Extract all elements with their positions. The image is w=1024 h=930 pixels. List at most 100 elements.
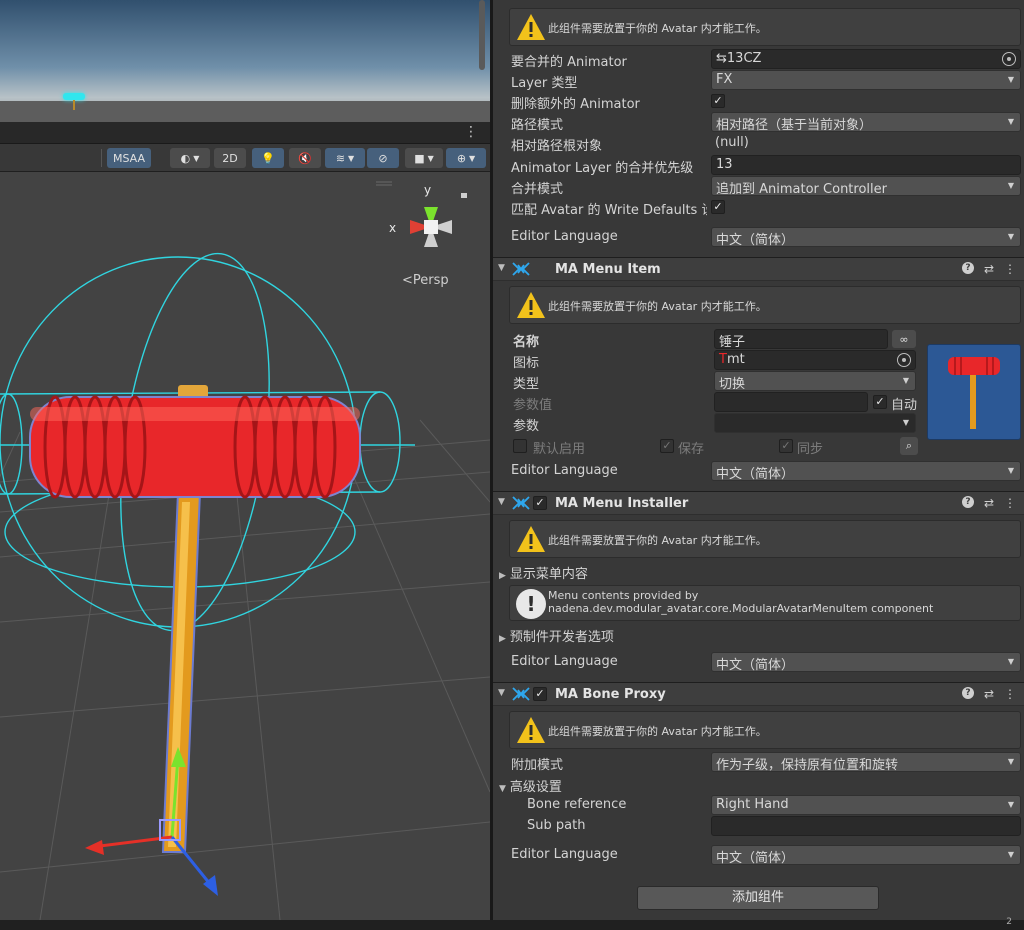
scene-toolbar: MSAA ◐ ▼ 2D 💡 🔇 ≋ ▼ ⊘ ■ ▼ ⊕ ▼ — [0, 144, 490, 172]
warning-icon — [517, 717, 545, 743]
merge-mode-row: 合并模式 追加到 Animator Controller — [493, 176, 1024, 197]
synced-checkbox[interactable]: ✓ — [779, 439, 793, 453]
modular-avatar-icon — [512, 496, 530, 510]
param-value-input[interactable] — [714, 392, 868, 412]
orientation-gizmo[interactable]: y x — [376, 181, 467, 247]
advanced-foldout[interactable]: ▼ 高级设置 — [499, 776, 562, 795]
animator-object-field[interactable]: ⇆13CZ — [711, 49, 1021, 69]
object-picker-icon[interactable] — [1002, 52, 1016, 66]
object-picker-icon[interactable] — [897, 353, 911, 367]
relative-root-row: 相对路径根对象 (null) — [511, 135, 749, 154]
foldout-arrow-icon[interactable]: ▼ — [498, 263, 505, 273]
msaa-button[interactable]: MSAA — [107, 148, 151, 168]
hidden-objects-button[interactable]: ⊘ — [367, 148, 399, 168]
shading-sphere-icon: ◐ — [180, 151, 191, 165]
foldout-open-arrow-icon: ▼ — [499, 784, 506, 794]
header-icons: ? ⇄ ⋮ — [961, 687, 1016, 701]
chevron-down-icon: ▼ — [427, 153, 434, 163]
layer-priority-input[interactable]: 13 — [711, 155, 1021, 175]
lightbulb-icon: 💡 — [261, 151, 275, 165]
preset-icon[interactable]: ⇄ — [984, 262, 994, 276]
menu-type-dropdown[interactable]: 切换 — [714, 371, 916, 391]
editor-language-dropdown[interactable]: 中文（简体） — [711, 461, 1021, 481]
link-button[interactable]: ∞ — [892, 330, 916, 348]
warning-icon — [517, 526, 545, 552]
foldout-arrow-icon: ▶ — [499, 571, 506, 581]
audio-toggle-button[interactable]: 🔇 — [289, 148, 321, 168]
hammer-handle — [161, 491, 202, 853]
param-dropdown[interactable] — [714, 413, 916, 433]
effects-layers-icon: ≋ — [335, 151, 346, 165]
foldout-arrow-icon: ▶ — [499, 634, 506, 644]
saved-checkbox[interactable]: ✓ — [660, 439, 674, 453]
show-menu-foldout[interactable]: ▶ 显示菜单内容 — [499, 563, 588, 582]
help-icon[interactable]: ? — [961, 262, 974, 274]
chevron-left-icon: < — [402, 273, 413, 288]
write-defaults-checkbox[interactable]: ✓ — [711, 200, 725, 214]
search-icon: ⌕ — [905, 439, 913, 452]
menu-name-input[interactable]: 锤子 — [714, 329, 888, 349]
animator-controller-icon: ⇆ — [716, 51, 727, 66]
attach-mode-row: 附加模式 作为子级，保持原有位置和旋转 — [493, 752, 1024, 773]
gizmo-lock-icon[interactable] — [461, 193, 467, 198]
help-icon[interactable]: ? — [961, 687, 974, 699]
prefab-dev-foldout[interactable]: ▶ 预制件开发者选项 — [499, 626, 614, 645]
inspector-panel: 此组件需要放置于你的 Avatar 内才能工作。 要合并的 Animator ⇆… — [493, 0, 1024, 920]
link-icon: ∞ — [899, 332, 909, 346]
move-tool-handles[interactable] — [85, 747, 218, 896]
scene-view[interactable]: y x <Persp — [0, 172, 490, 920]
preset-icon[interactable]: ⇄ — [984, 687, 994, 701]
menu-item-header[interactable]: ▼ MA Menu Item ? ⇄ ⋮ — [493, 257, 1024, 281]
status-counter: 2 — [1006, 917, 1012, 927]
kebab-menu-icon[interactable]: ⋮ — [1004, 496, 1016, 510]
shading-mode-button[interactable]: ◐ ▼ — [170, 148, 210, 168]
editor-language-dropdown[interactable]: 中文（简体） — [711, 845, 1021, 865]
camera-settings-button[interactable]: ■ ▼ — [405, 148, 443, 168]
projection-toggle[interactable]: <Persp — [402, 273, 449, 288]
eye-slash-icon: ⊘ — [378, 151, 388, 165]
info-help-box: ! Menu contents provided by nadena.dev.m… — [509, 585, 1021, 621]
editor-language-dropdown[interactable]: 中文（简体） — [711, 652, 1021, 672]
game-object-stick — [73, 100, 75, 110]
component-enable-checkbox[interactable]: ✓ — [533, 687, 547, 701]
layer-type-dropdown[interactable]: FX — [711, 70, 1021, 90]
path-mode-dropdown[interactable]: 相对路径（基于当前对象） — [711, 112, 1021, 132]
editor-language-dropdown[interactable]: 中文（简体） — [711, 227, 1021, 247]
sub-path-input[interactable] — [711, 816, 1021, 836]
lighting-toggle-button[interactable]: 💡 — [252, 148, 284, 168]
help-icon[interactable]: ? — [961, 496, 974, 508]
menu-icon-field[interactable]: Tmt — [714, 350, 916, 370]
gizmos-button[interactable]: ⊕ ▼ — [446, 148, 486, 168]
hammer-head — [29, 385, 361, 499]
game-view[interactable] — [0, 0, 490, 122]
default-on-checkbox[interactable] — [513, 439, 527, 453]
kebab-menu-icon[interactable]: ⋮ — [464, 124, 478, 140]
foldout-arrow-icon[interactable]: ▼ — [498, 688, 505, 698]
foldout-arrow-icon[interactable]: ▼ — [498, 497, 505, 507]
delete-extra-checkbox[interactable]: ✓ — [711, 94, 725, 108]
kebab-menu-icon[interactable]: ⋮ — [1004, 262, 1016, 276]
search-button[interactable]: ⌕ — [900, 437, 918, 455]
kebab-menu-icon[interactable]: ⋮ — [1004, 687, 1016, 701]
merge-mode-dropdown[interactable]: 追加到 Animator Controller — [711, 176, 1021, 196]
auto-checkbox[interactable]: ✓ — [873, 395, 887, 409]
layer-type-row: Layer 类型 FX — [493, 70, 1024, 91]
attach-mode-dropdown[interactable]: 作为子级，保持原有位置和旋转 — [711, 752, 1021, 772]
menu-installer-header[interactable]: ▼ ✓ MA Menu Installer ? ⇄ ⋮ — [493, 491, 1024, 515]
sub-path-row: Sub path — [493, 816, 1024, 837]
modular-avatar-icon — [512, 687, 530, 701]
hammer-texture-icon: T — [719, 352, 727, 367]
warning-icon — [517, 292, 545, 318]
delete-extra-row: 删除额外的 Animator ✓ — [493, 91, 1024, 112]
bone-reference-dropdown[interactable]: Right Hand — [711, 795, 1021, 815]
component-enable-checkbox[interactable]: ✓ — [533, 496, 547, 510]
bone-proxy-header[interactable]: ▼ ✓ MA Bone Proxy ? ⇄ ⋮ — [493, 682, 1024, 706]
scene-tab-bar: ⋮ — [0, 122, 490, 144]
preset-icon[interactable]: ⇄ — [984, 496, 994, 510]
mode-2d-button[interactable]: 2D — [214, 148, 246, 168]
effects-button[interactable]: ≋ ▼ — [325, 148, 365, 168]
warning-help-box: 此组件需要放置于你的 Avatar 内才能工作。 — [509, 8, 1021, 46]
add-component-button[interactable]: 添加组件 — [637, 886, 879, 910]
game-object-preview — [63, 93, 85, 100]
game-view-scrollbar[interactable] — [479, 0, 485, 70]
